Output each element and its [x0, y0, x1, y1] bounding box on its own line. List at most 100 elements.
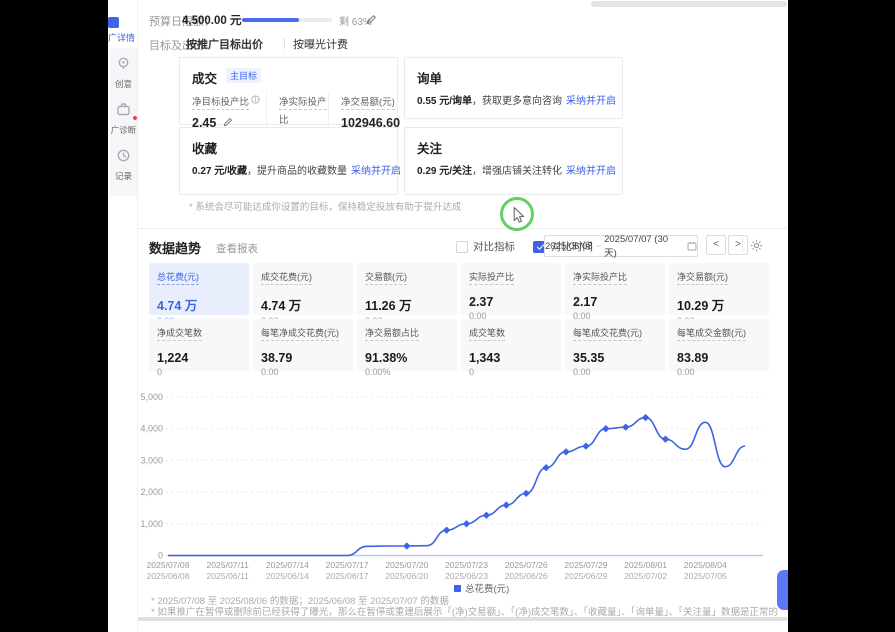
metric-card-label: 交易额(元)	[365, 270, 407, 285]
metric-card-value: 4.74 万	[261, 295, 345, 314]
goal-card-inquiry-title: 询单	[417, 68, 442, 87]
svg-text:2,000: 2,000	[140, 487, 163, 497]
metric-card-9[interactable]: 成交笔数1,3430	[461, 319, 561, 371]
tab-bid-by-goal[interactable]: 按推广目标出价	[186, 36, 263, 52]
main-goal-badge: 主目标	[226, 68, 261, 83]
svg-text:5,000: 5,000	[140, 392, 163, 402]
metric-card-label: 每笔净成交花费(元)	[261, 326, 339, 341]
svg-text:2025/07/14: 2025/07/14	[266, 560, 309, 570]
svg-text:2025/07/26: 2025/07/26	[505, 560, 548, 570]
goal-card-follow-title: 关注	[417, 138, 442, 157]
metric-card-label: 成交花费(元)	[261, 270, 312, 285]
budget-progress-bar	[242, 18, 332, 22]
info-icon[interactable]	[251, 95, 260, 104]
metric-card-value: 2.17	[573, 295, 657, 309]
trend-section-title: 数据趋势	[149, 238, 201, 257]
main-panel: 预算日限额： 4,500.00 元 剩 63% 目标及出价： 按推广目标出价 按…	[137, 0, 788, 632]
follow-desc: ，增强店铺关注转化	[472, 166, 562, 177]
metric-card-label: 净交易额占比	[365, 326, 419, 341]
svg-text:2025/06/23: 2025/06/23	[445, 571, 488, 581]
date-range-start: 2025/06/08	[545, 241, 593, 252]
metric-card-value: 38.79	[261, 351, 345, 365]
svg-text:2025/06/11: 2025/06/11	[207, 571, 250, 581]
svg-text:2025/08/01: 2025/08/01	[624, 560, 667, 570]
budget-progress-fill	[242, 18, 299, 22]
inquiry-adopt-link[interactable]: 采纳并开启	[566, 96, 616, 107]
prev-period-button[interactable]: <	[706, 235, 726, 255]
metric-card-11[interactable]: 每笔成交金额(元)83.890.00	[669, 319, 769, 371]
metric-card-10[interactable]: 每笔成交花费(元)35.350.00	[565, 319, 665, 371]
controls-separator	[742, 238, 743, 252]
metric-card-label: 每笔成交花费(元)	[573, 326, 642, 341]
net-target-roi-label: 净目标投产比	[192, 97, 249, 110]
goal-card-favorite: 收藏 0.27 元/收藏，提升商品的收藏数量采纳并开启	[179, 127, 398, 195]
metric-card-compare-value: 0	[157, 367, 241, 377]
metric-card-0[interactable]: 总花费(元)4.74 万0.00	[149, 263, 249, 315]
svg-text:2025/06/26: 2025/06/26	[505, 571, 548, 581]
sidebar-item-history[interactable]: 记录	[110, 148, 137, 182]
metric-card-7[interactable]: 每笔净成交花费(元)38.790.00	[253, 319, 353, 371]
svg-text:2025/07/02: 2025/07/02	[624, 571, 667, 581]
svg-text:0: 0	[158, 551, 163, 561]
metric-card-4[interactable]: 净实际投产比2.170.00	[565, 263, 665, 315]
view-report-link[interactable]: 查看报表	[216, 241, 258, 256]
section-divider	[138, 228, 788, 229]
metric-card-value: 2.37	[469, 295, 553, 309]
goal-card-deal: 成交 主目标 净目标投产比 2.45 净实际投产比 2.17 净交易额(元) 1…	[179, 57, 398, 125]
metric-card-compare-value: 0.00	[677, 367, 761, 377]
inquiry-price: 0.55 元/询单	[417, 96, 472, 107]
metric-card-value: 35.35	[573, 351, 657, 365]
trend-chart-area[interactable]: 01,0002,0003,0004,0005,0002025/07/082025…	[138, 388, 788, 600]
svg-text:2025/08/04: 2025/08/04	[684, 560, 727, 570]
date-range-end: 2025/07/07 (30天)	[604, 234, 680, 259]
sidebar-active-badge[interactable]	[108, 17, 119, 28]
svg-text:2025/06/14: 2025/06/14	[266, 571, 309, 581]
budget-amount: 4,500.00 元	[182, 12, 241, 28]
metric-card-compare-value: 0	[469, 367, 553, 377]
favorite-desc: ，提升商品的收藏数量	[247, 166, 347, 177]
budget-edit-pencil-icon[interactable]	[366, 12, 377, 30]
compare-metric-checkbox[interactable]	[456, 241, 468, 253]
calendar-icon	[687, 241, 697, 251]
svg-text:4,000: 4,000	[140, 424, 163, 434]
date-range-input[interactable]: 2025/06/08 ~ 2025/07/07 (30天)	[544, 235, 698, 257]
goal-note: * 系统会尽可能达成你设置的目标，保持稳定投放有助于提升达成	[189, 199, 461, 213]
svg-text:3,000: 3,000	[140, 455, 163, 465]
compare-metric-toggle[interactable]: 对比指标	[456, 239, 515, 254]
metric-card-8[interactable]: 净交易额占比91.38%0.00%	[357, 319, 457, 371]
goal-card-deal-title: 成交	[192, 68, 217, 87]
favorite-adopt-link[interactable]: 采纳并开启	[351, 166, 401, 177]
compare-metric-label: 对比指标	[473, 239, 515, 254]
edit-pencil-icon[interactable]	[223, 117, 233, 127]
svg-text:2025/07/20: 2025/07/20	[385, 560, 428, 570]
goal-card-follow: 关注 0.29 元/关注，增强店铺关注转化采纳并开启	[404, 127, 623, 195]
metric-card-compare-value: 0.00%	[365, 367, 449, 377]
sidebar-panel: 创意 广诊断 记录	[110, 48, 137, 196]
horizontal-scrollbar-top[interactable]	[591, 1, 787, 7]
svg-text:2025/06/20: 2025/06/20	[385, 571, 428, 581]
tab-bid-by-exposure[interactable]: 按曝光计费	[293, 36, 348, 52]
floating-action-pill[interactable]	[777, 570, 788, 610]
next-period-button[interactable]: >	[728, 235, 748, 255]
follow-adopt-link[interactable]: 采纳并开启	[566, 166, 616, 177]
metric-card-2[interactable]: 交易额(元)11.26 万0.00	[357, 263, 457, 315]
date-range-separator: ~	[596, 241, 602, 252]
follow-price: 0.29 元/关注	[417, 166, 472, 177]
sidebar-item-creative[interactable]: 创意	[110, 56, 137, 90]
metric-card-6[interactable]: 净成交笔数1,2240	[149, 319, 249, 371]
metric-card-1[interactable]: 成交花费(元)4.74 万0.00	[253, 263, 353, 315]
horizontal-scrollbar-bottom[interactable]	[138, 617, 788, 621]
metric-card-value: 83.89	[677, 351, 761, 365]
metric-card-5[interactable]: 净交易额(元)10.29 万0.00	[669, 263, 769, 315]
metric-card-value: 4.74 万	[157, 295, 241, 314]
favorite-price: 0.27 元/收藏	[192, 166, 247, 177]
chart-settings-gear-icon[interactable]	[750, 239, 763, 257]
sidebar: 广详情 创意 广诊断	[108, 0, 137, 632]
sidebar-item-promo-detail[interactable]: 广详情	[108, 31, 137, 44]
svg-text:2025/07/11: 2025/07/11	[207, 560, 250, 570]
svg-text:2025/07/08: 2025/07/08	[146, 560, 189, 570]
metric-card-3[interactable]: 实际投产比2.370.00	[461, 263, 561, 315]
metric-card-label: 总花费(元)	[157, 270, 199, 285]
trend-chart[interactable]: 01,0002,0003,0004,0005,0002025/07/082025…	[138, 388, 788, 600]
sidebar-item-diagnosis[interactable]: 广诊断	[110, 102, 137, 136]
